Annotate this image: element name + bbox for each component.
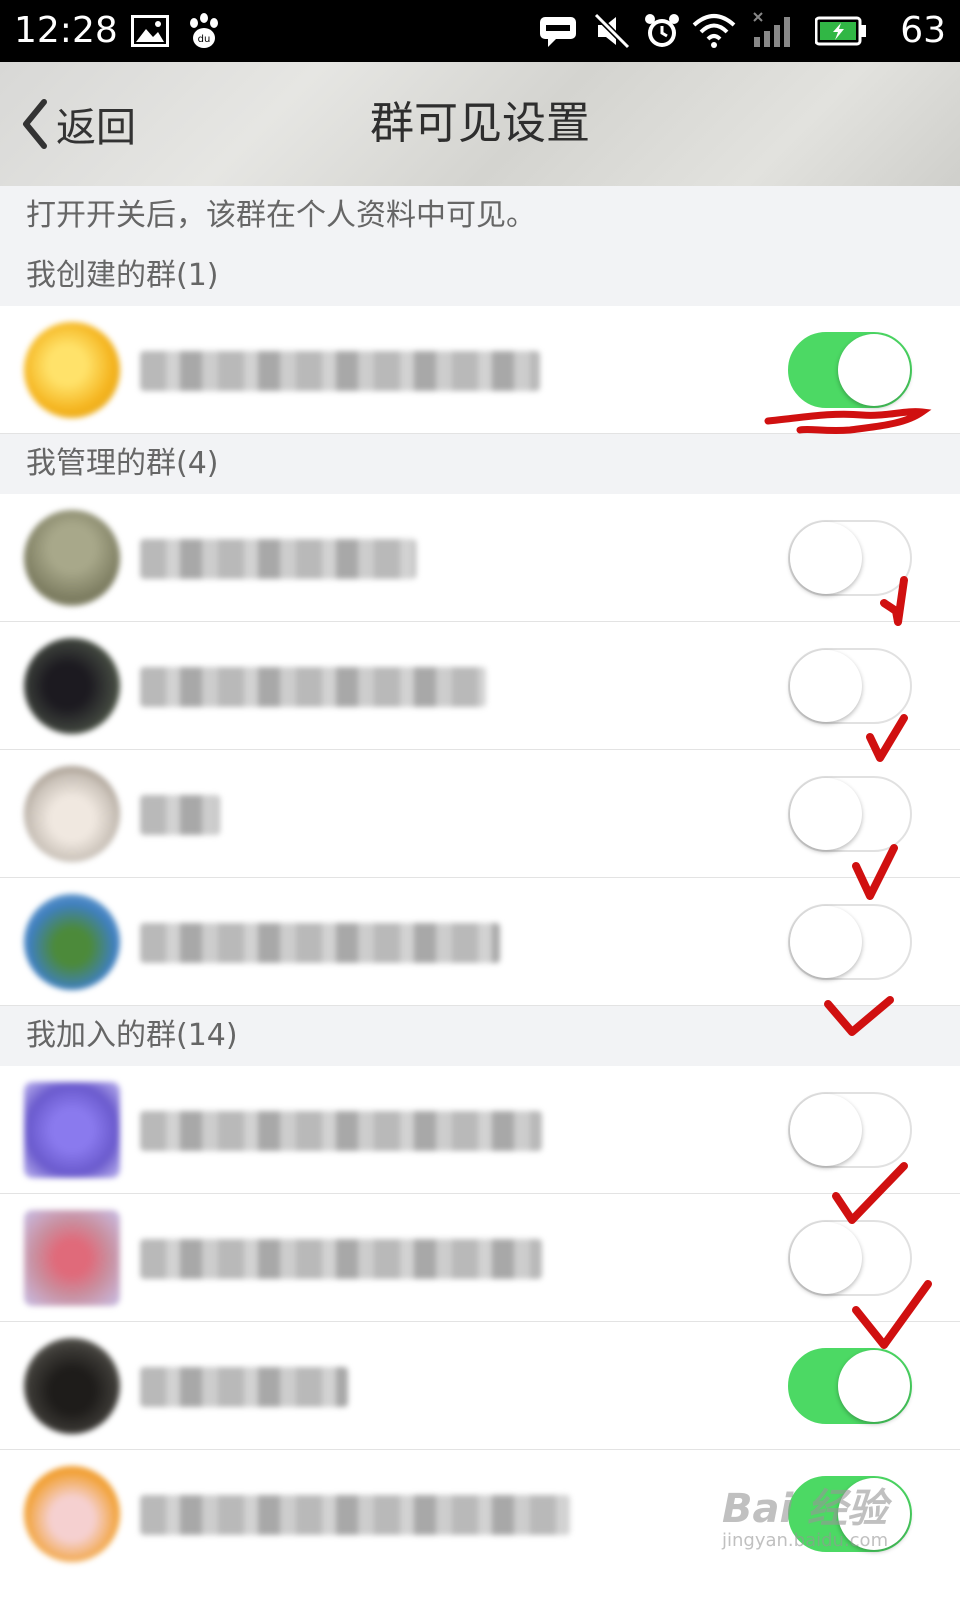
group-name-obscured bbox=[140, 1367, 348, 1407]
mute-icon bbox=[590, 10, 634, 52]
group-row[interactable] bbox=[0, 1194, 960, 1322]
visibility-toggle[interactable] bbox=[788, 332, 912, 408]
alarm-icon bbox=[640, 10, 684, 52]
group-avatar bbox=[24, 1338, 120, 1434]
group-avatar bbox=[24, 1082, 120, 1178]
toggle-knob bbox=[790, 778, 862, 850]
image-icon bbox=[128, 10, 172, 52]
toggle-knob bbox=[790, 1094, 862, 1166]
signal-icon bbox=[752, 10, 796, 52]
visibility-toggle[interactable] bbox=[788, 1092, 912, 1168]
group-row[interactable] bbox=[0, 622, 960, 750]
group-row[interactable] bbox=[0, 1322, 960, 1450]
group-row[interactable] bbox=[0, 494, 960, 622]
visibility-toggle[interactable] bbox=[788, 1348, 912, 1424]
group-row[interactable] bbox=[0, 1066, 960, 1194]
toggle-knob bbox=[790, 906, 862, 978]
status-bar: 12:28 du 63 bbox=[0, 0, 960, 62]
toggle-knob bbox=[790, 1222, 862, 1294]
group-avatar bbox=[24, 894, 120, 990]
group-name-obscured bbox=[140, 1495, 570, 1535]
svg-text:du: du bbox=[198, 34, 211, 45]
group-row[interactable] bbox=[0, 750, 960, 878]
group-name-obscured bbox=[140, 667, 486, 707]
group-avatar bbox=[24, 1210, 120, 1306]
group-name-obscured bbox=[140, 795, 220, 835]
page-title: 群可见设置 bbox=[370, 98, 590, 149]
group-avatar bbox=[24, 766, 120, 862]
status-time: 12:28 bbox=[14, 10, 118, 51]
visibility-toggle[interactable] bbox=[788, 904, 912, 980]
group-name-obscured bbox=[140, 539, 416, 579]
group-avatar bbox=[24, 510, 120, 606]
baidu-jingyan-watermark: Bai 经验 jingyan.baidu.com bbox=[722, 1476, 952, 1568]
group-avatar bbox=[24, 1466, 120, 1562]
toggle-knob bbox=[790, 650, 862, 722]
group-row[interactable] bbox=[0, 878, 960, 1006]
toggle-knob bbox=[838, 334, 910, 406]
section-header-created: 我创建的群(1) bbox=[0, 246, 960, 306]
group-name-obscured bbox=[140, 1239, 542, 1279]
watermark-url: jingyan.baidu.com bbox=[722, 1530, 889, 1551]
battery-level: 63 bbox=[900, 10, 946, 51]
visibility-toggle[interactable] bbox=[788, 520, 912, 596]
battery-icon bbox=[814, 10, 868, 52]
wifi-icon bbox=[692, 10, 736, 52]
hint-text: 打开开关后，该群在个人资料中可见。 bbox=[0, 186, 960, 246]
group-name-obscured bbox=[140, 923, 500, 963]
group-name-obscured bbox=[140, 351, 540, 391]
visibility-toggle[interactable] bbox=[788, 776, 912, 852]
group-avatar bbox=[24, 322, 120, 418]
group-row[interactable] bbox=[0, 306, 960, 434]
title-bar: 返回 群可见设置 bbox=[0, 62, 960, 187]
group-avatar bbox=[24, 638, 120, 734]
section-header-managed: 我管理的群(4) bbox=[0, 434, 960, 494]
baidu-paw-icon: du bbox=[182, 10, 226, 52]
section-header-joined: 我加入的群(14) bbox=[0, 1006, 960, 1066]
visibility-toggle[interactable] bbox=[788, 648, 912, 724]
toggle-knob bbox=[838, 1350, 910, 1422]
watermark-logo: Bai 经验 bbox=[722, 1486, 888, 1532]
toggle-knob bbox=[790, 522, 862, 594]
visibility-toggle[interactable] bbox=[788, 1220, 912, 1296]
group-name-obscured bbox=[140, 1111, 542, 1151]
message-icon bbox=[536, 10, 580, 52]
